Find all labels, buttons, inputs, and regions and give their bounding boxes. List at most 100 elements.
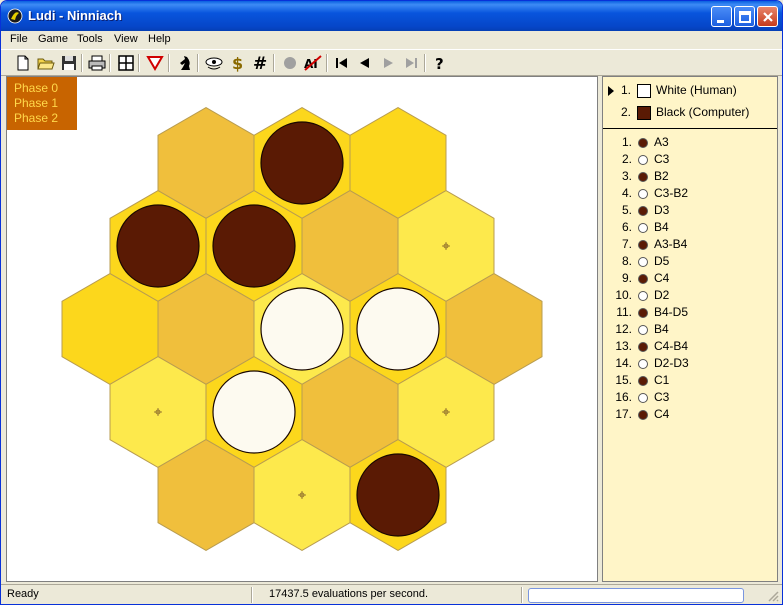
player-number: 2.	[621, 105, 632, 119]
status-bar: Ready 17437.5 evaluations per second.	[1, 584, 782, 604]
player-button[interactable]	[175, 53, 195, 73]
white-piece[interactable]	[260, 287, 344, 371]
svg-text:?: ?	[435, 55, 444, 73]
swap-button[interactable]	[145, 53, 165, 73]
black-dot-icon	[638, 138, 648, 148]
black-piece[interactable]	[356, 453, 440, 537]
status-separator	[251, 587, 253, 603]
phase-panel: Phase 0 Phase 1 Phase 2	[7, 77, 77, 130]
menu-bar: File Game Tools View Help	[1, 31, 782, 49]
move-list-item[interactable]: 12. B4	[603, 321, 777, 338]
ai-crossed-icon: AI	[304, 55, 322, 71]
hint-button[interactable]	[204, 53, 224, 73]
score-button[interactable]: $	[227, 53, 247, 73]
white-dot-icon	[638, 291, 648, 301]
move-list-item[interactable]: 2. C3	[603, 151, 777, 168]
menu-view[interactable]: View	[114, 33, 138, 45]
move-text: B2	[654, 169, 669, 183]
menu-help[interactable]: Help	[148, 33, 171, 45]
resize-grip-icon[interactable]	[767, 590, 779, 602]
turn-arrow-icon	[608, 86, 614, 96]
hash-icon: #	[253, 54, 267, 73]
toolbar: $ # AI ?	[1, 49, 782, 76]
help-button[interactable]: ?	[430, 53, 450, 73]
move-text: C3	[654, 152, 670, 166]
move-list-item[interactable]: 5. D3	[603, 202, 777, 219]
move-list-item[interactable]: 11. B4-D5	[603, 304, 777, 321]
move-list-item[interactable]: 13. C4-B4	[603, 338, 777, 355]
hex-board[interactable]	[7, 77, 597, 581]
stop-button[interactable]	[280, 53, 300, 73]
move-list-item[interactable]: 15. C1	[603, 372, 777, 389]
player-color-swatch	[637, 106, 651, 120]
move-list-item[interactable]: 16. C3	[603, 389, 777, 406]
move-list-item[interactable]: 14. D2-D3	[603, 355, 777, 372]
move-list-item[interactable]: 7. A3-B4	[603, 236, 777, 253]
dollar-icon: $	[232, 54, 243, 73]
title-bar[interactable]: Ludi - Ninniach	[1, 1, 782, 31]
new-file-icon	[17, 55, 29, 71]
triangle-down-icon	[146, 56, 164, 71]
menu-file[interactable]: File	[10, 33, 28, 45]
side-panel: 1. White (Human) 2. Black (Computer) 1. A…	[602, 76, 778, 582]
white-dot-icon	[638, 223, 648, 233]
black-piece[interactable]	[260, 121, 344, 205]
phase-2-label[interactable]: Phase 2	[14, 111, 58, 125]
close-icon	[763, 12, 773, 22]
grid-board-icon	[118, 55, 134, 71]
move-text: A3-B4	[654, 237, 688, 251]
black-piece[interactable]	[116, 204, 200, 288]
toolbar-separator	[168, 54, 170, 72]
eye-hand-icon	[205, 57, 223, 70]
move-number: 6.	[621, 220, 632, 234]
menu-game[interactable]: Game	[38, 33, 68, 45]
phase-0-label[interactable]: Phase 0	[14, 81, 58, 95]
open-folder-icon	[37, 58, 55, 70]
white-dot-icon	[638, 325, 648, 335]
white-piece[interactable]	[356, 287, 440, 371]
board-button[interactable]	[116, 53, 136, 73]
move-number: 17.	[615, 407, 632, 421]
phase-1-label[interactable]: Phase 1	[14, 96, 58, 110]
move-list-item[interactable]: 6. B4	[603, 219, 777, 236]
progress-bar	[528, 588, 744, 603]
move-list-item[interactable]: 1. A3	[603, 134, 777, 151]
print-button[interactable]	[87, 53, 107, 73]
move-list-item[interactable]: 8. D5	[603, 253, 777, 270]
move-list-item[interactable]: 17. C4	[603, 406, 777, 423]
toolbar-separator	[138, 54, 140, 72]
move-text: C1	[654, 373, 670, 387]
coordinates-button[interactable]: #	[250, 53, 270, 73]
menu-tools[interactable]: Tools	[77, 33, 103, 45]
save-button[interactable]	[59, 53, 79, 73]
new-button[interactable]	[13, 53, 33, 73]
minimize-button[interactable]	[711, 6, 732, 27]
move-list-item[interactable]: 3. B2	[603, 168, 777, 185]
ai-off-button[interactable]: AI	[303, 53, 323, 73]
move-text: D3	[654, 203, 670, 217]
black-piece[interactable]	[212, 204, 296, 288]
white-dot-icon	[638, 257, 648, 267]
black-dot-icon	[638, 172, 648, 182]
svg-text:$: $	[232, 54, 243, 73]
last-move-button[interactable]	[401, 53, 421, 73]
floppy-disk-icon	[62, 56, 76, 70]
black-dot-icon	[638, 308, 648, 318]
white-dot-icon	[638, 189, 648, 199]
prev-move-button[interactable]	[355, 53, 375, 73]
window-title: Ludi - Ninniach	[28, 8, 122, 23]
open-button[interactable]	[36, 53, 56, 73]
black-dot-icon	[638, 206, 648, 216]
move-text: C4-B4	[654, 339, 689, 353]
white-piece[interactable]	[212, 370, 296, 454]
next-move-button[interactable]	[378, 53, 398, 73]
first-move-button[interactable]	[332, 53, 352, 73]
move-list-item[interactable]: 4. C3-B2	[603, 185, 777, 202]
knight-icon	[180, 56, 190, 70]
move-list-item[interactable]: 9. C4	[603, 270, 777, 287]
maximize-button[interactable]	[734, 6, 755, 27]
move-text: C4	[654, 407, 670, 421]
move-list-item[interactable]: 10. D2	[603, 287, 777, 304]
close-button[interactable]	[757, 6, 778, 27]
black-dot-icon	[638, 342, 648, 352]
